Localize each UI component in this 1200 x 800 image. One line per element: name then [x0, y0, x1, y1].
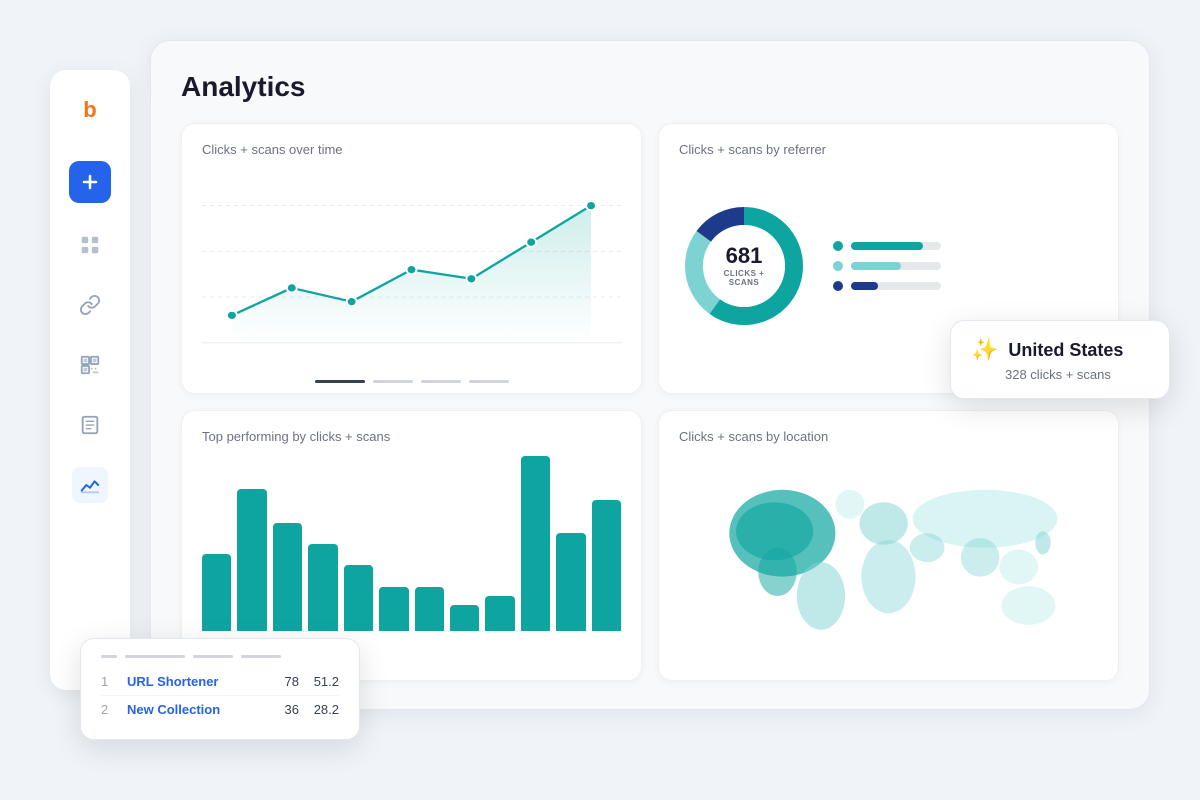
legend-item-1: [833, 241, 941, 251]
row2-num: 2: [101, 702, 115, 717]
legend-bar-bg-1: [851, 242, 941, 250]
float-card-country: United States: [1008, 340, 1123, 361]
bar-6: [379, 587, 408, 631]
add-button[interactable]: [69, 161, 111, 203]
map-chart-card: Clicks + scans by location: [658, 410, 1119, 681]
bar-4: [308, 544, 337, 632]
float-card-united-states: ✨ United States 328 clicks + scans: [950, 320, 1170, 399]
donut-number: 681: [712, 245, 777, 267]
sidebar-item-links[interactable]: [72, 287, 108, 323]
float-card-header: ✨ United States: [971, 337, 1149, 363]
legend-bar-fill-3: [851, 282, 878, 290]
row2-name[interactable]: New Collection: [127, 702, 259, 717]
donut-label: 681 CLICKS + SCANS: [712, 245, 777, 287]
bar-12: [592, 500, 621, 631]
trending-icon: ✨: [971, 337, 998, 363]
sidebar-item-analytics[interactable]: [72, 467, 108, 503]
bar-chart-title: Top performing by clicks + scans: [202, 429, 621, 444]
legend-dot-1: [833, 241, 843, 251]
table-row-2: 2 New Collection 36 28.2: [101, 695, 339, 723]
row1-num: 1: [101, 674, 115, 689]
float-card-table: 1 URL Shortener 78 51.2 2 New Collection…: [80, 638, 360, 740]
legend-item-3: [833, 281, 941, 291]
bar-1: [202, 554, 231, 631]
th-line-1: [101, 655, 117, 658]
world-map-svg: [679, 456, 1098, 649]
row1-percent: 51.2: [311, 674, 339, 689]
legend-dot-2: [833, 261, 843, 271]
referrer-chart-title: Clicks + scans by referrer: [679, 142, 1098, 157]
referrer-legend: [833, 241, 941, 291]
donut-sub: CLICKS + SCANS: [712, 269, 777, 287]
bar-8: [450, 605, 479, 631]
logo: b: [69, 90, 111, 137]
table-row-1: 1 URL Shortener 78 51.2: [101, 668, 339, 695]
bar-3: [273, 523, 302, 632]
legend-bar-fill-1: [851, 242, 923, 250]
row2-clicks: 36: [271, 702, 299, 717]
sidebar-item-qrcodes[interactable]: [72, 347, 108, 383]
legend-bar-bg-3: [851, 282, 941, 290]
line-chart-area: [202, 169, 621, 352]
legend-bar-bg-2: [851, 262, 941, 270]
charts-grid: Clicks + scans over time: [181, 123, 1119, 681]
map-area: [679, 456, 1098, 649]
sidebar-item-pages[interactable]: [72, 407, 108, 443]
bar-2: [237, 489, 266, 631]
row1-clicks: 78: [271, 674, 299, 689]
svg-text:b: b: [83, 97, 96, 122]
legend-bar-fill-2: [851, 262, 901, 270]
bar-chart-area: [202, 456, 621, 639]
donut-chart: 681 CLICKS + SCANS: [679, 201, 809, 331]
deco-lines: [182, 380, 641, 393]
legend-item-2: [833, 261, 941, 271]
bar-5: [344, 565, 373, 632]
bar-10: [521, 456, 550, 631]
th-line-3: [193, 655, 233, 658]
sidebar: b: [50, 70, 130, 690]
line-chart-title: Clicks + scans over time: [202, 142, 621, 157]
page-title: Analytics: [181, 71, 1119, 103]
row1-name[interactable]: URL Shortener: [127, 674, 259, 689]
sidebar-item-dashboard[interactable]: [72, 227, 108, 263]
line-chart-card: Clicks + scans over time: [181, 123, 642, 394]
table-header-deco: [101, 655, 339, 658]
bar-7: [415, 587, 444, 631]
legend-dot-3: [833, 281, 843, 291]
th-line-4: [241, 655, 281, 658]
th-line-2: [125, 655, 185, 658]
map-chart-title: Clicks + scans by location: [679, 429, 1098, 444]
row2-percent: 28.2: [311, 702, 339, 717]
bar-9: [485, 596, 514, 631]
float-card-stats: 328 clicks + scans: [1005, 367, 1149, 382]
bar-11: [556, 533, 585, 631]
